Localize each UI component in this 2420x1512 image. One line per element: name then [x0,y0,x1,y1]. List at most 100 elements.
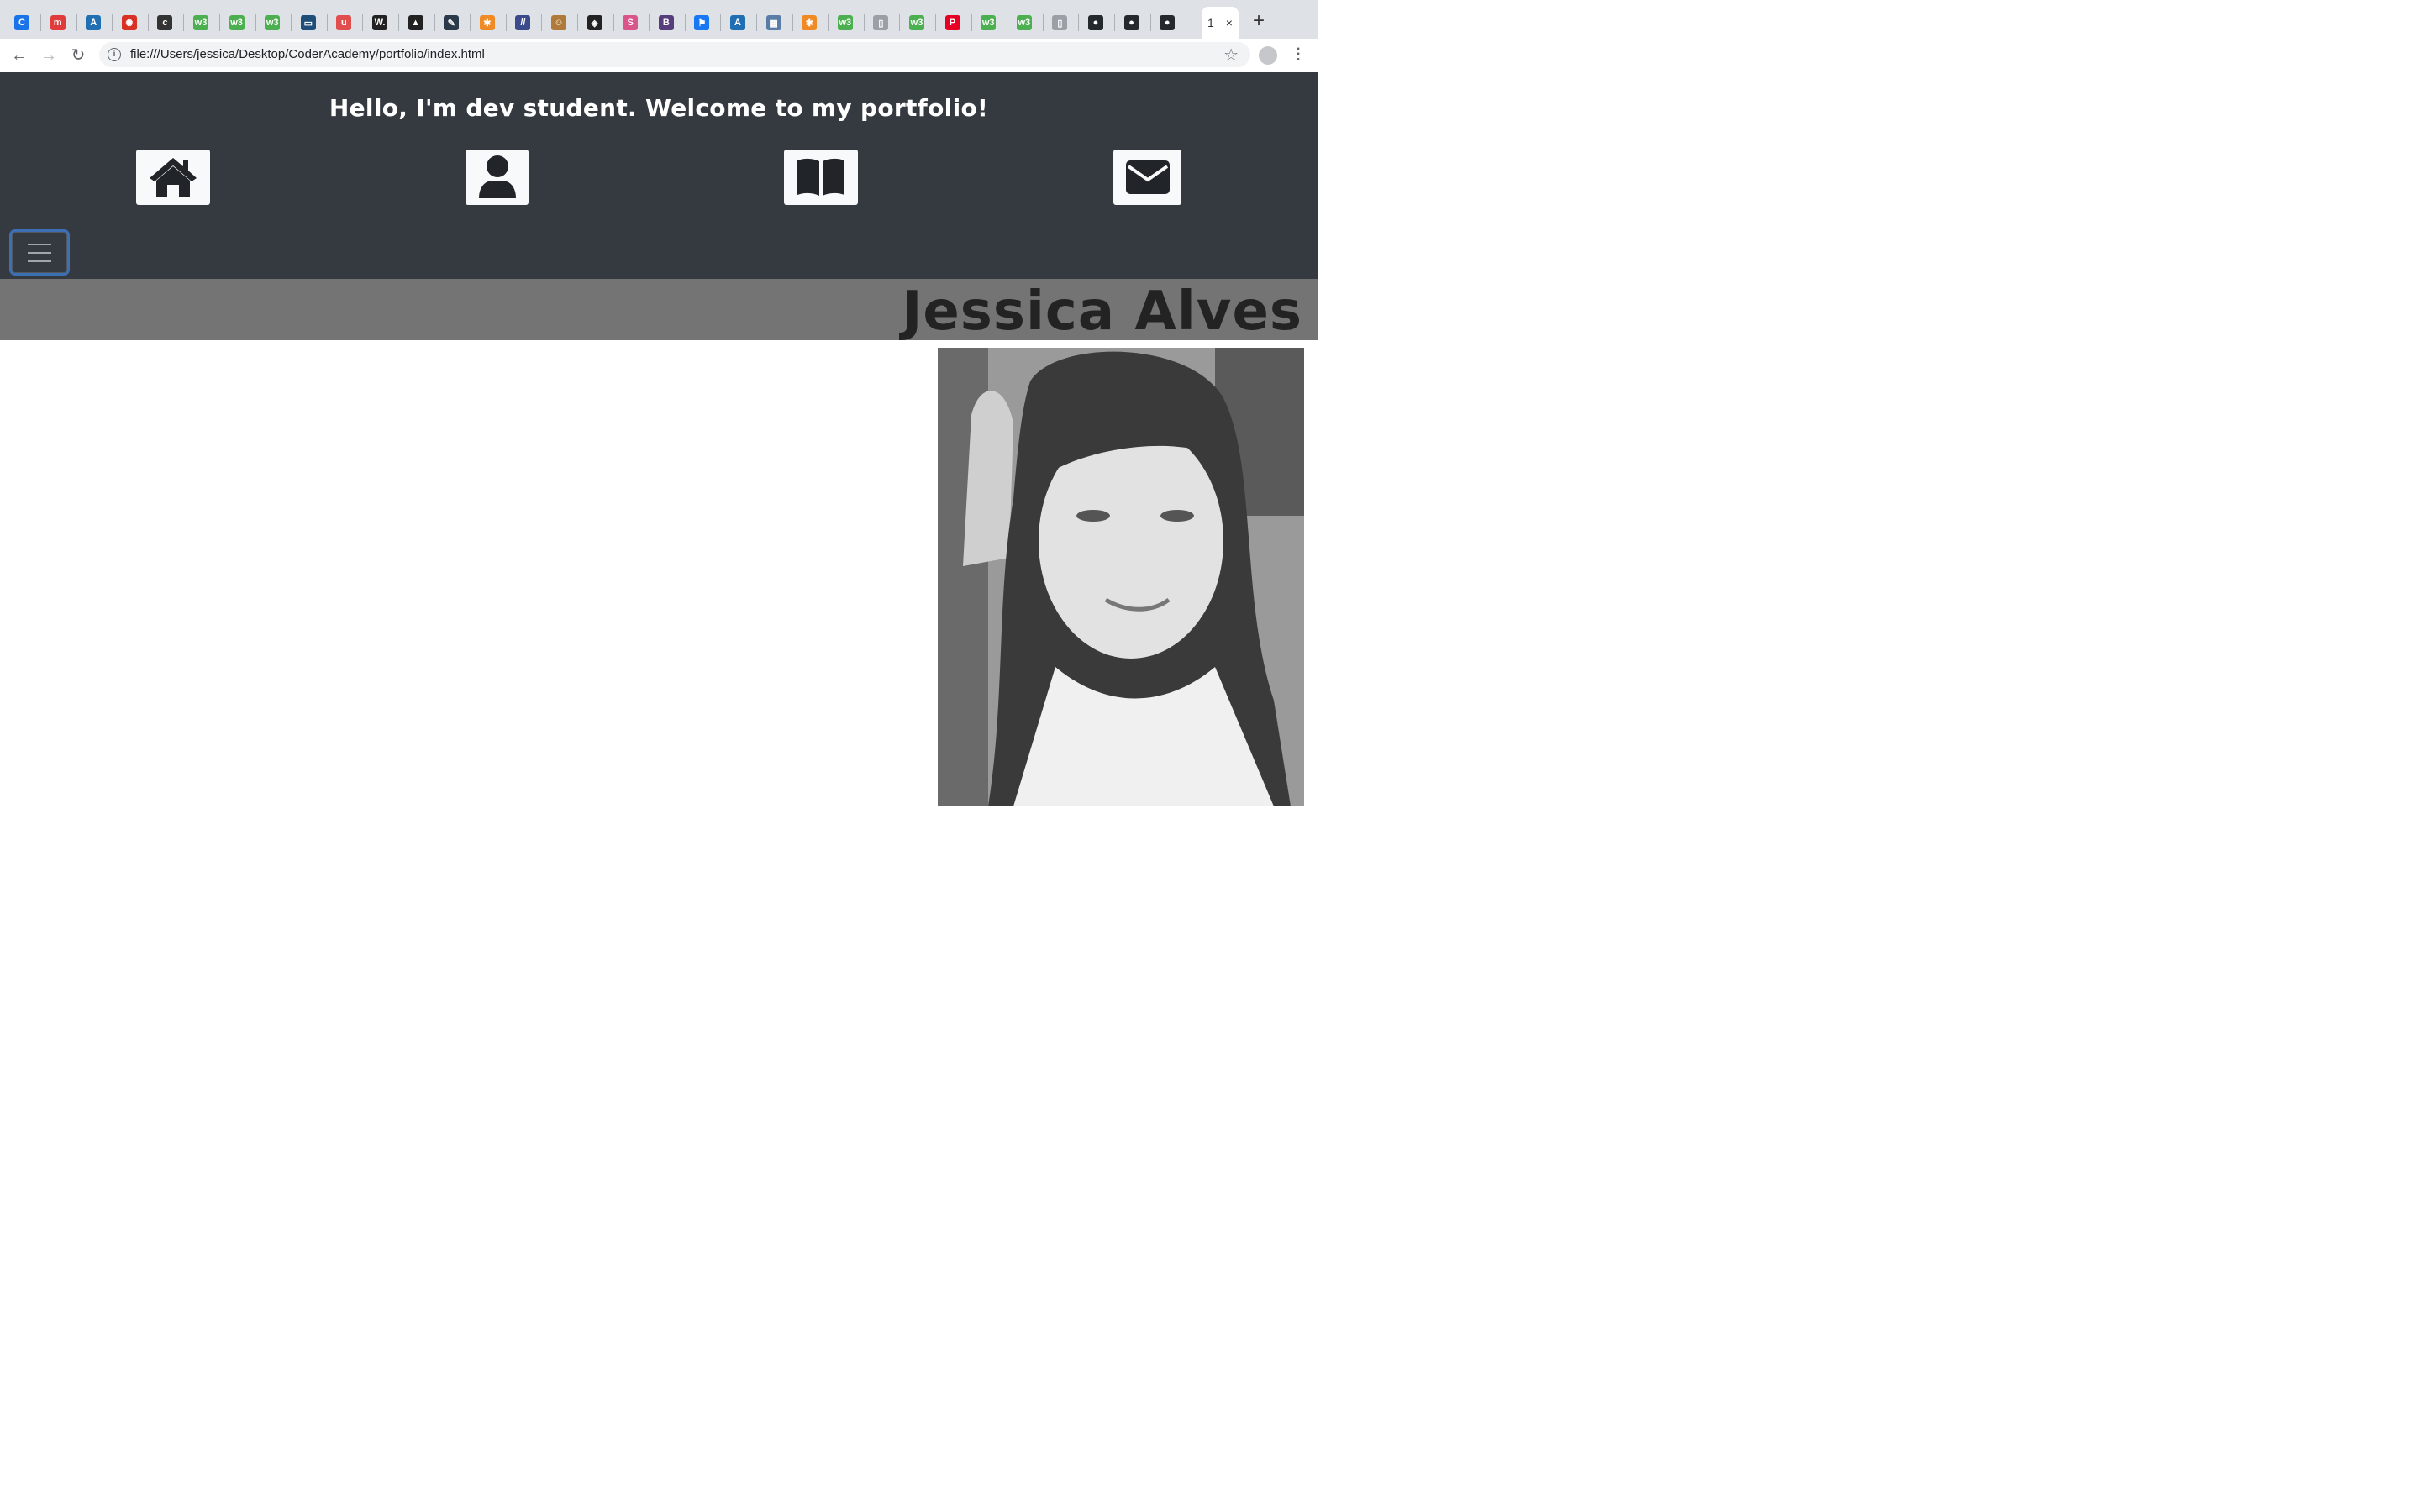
browser-tab[interactable]: ☺ [544,8,573,37]
github-icon: ● [1088,15,1103,30]
browser-tab[interactable]: ✎ [437,8,466,37]
tab-separator [326,14,328,31]
browser-tab[interactable]: ✱ [473,8,502,37]
browser-tab[interactable]: ● [1118,8,1146,37]
navbar-toggler-button[interactable] [12,232,67,273]
browser-tab[interactable]: w3 [258,8,287,37]
browser-tab[interactable]: w3 [187,8,215,37]
u-icon: u [336,15,352,30]
user-icon [478,155,516,198]
document-icon: ▯ [1052,15,1068,30]
tab-separator [720,14,722,31]
browser-tab[interactable]: w3 [1010,8,1039,37]
browser-tab[interactable]: ⚑ [687,8,716,37]
tab-separator [434,14,435,31]
browser-tab[interactable]: m [44,8,72,37]
browser-tab[interactable]: c [150,8,179,37]
browser-tab[interactable]: ▭ [294,8,323,37]
envelope-icon [1125,160,1170,194]
w3-icon: w3 [193,15,208,30]
browser-tab[interactable]: ✱ [795,8,823,37]
back-arrow-icon[interactable]: ← [9,45,29,66]
owner-name-heading: Jessica Alves [902,281,1302,343]
codepen-icon: ◈ [587,15,602,30]
browser-tab[interactable]: w3 [902,8,931,37]
portfolio-nav-link[interactable] [784,150,858,205]
a-icon: A [86,15,102,30]
close-tab-icon[interactable]: × [1226,16,1233,29]
reload-icon[interactable]: ↻ [68,45,88,66]
profile-avatar-icon[interactable] [1259,46,1277,65]
hamburger-line [28,243,51,245]
contact-nav-link[interactable] [1113,150,1181,205]
tab-separator [649,14,650,31]
tab-separator [613,14,614,31]
s-icon: S [623,15,639,30]
tab-separator [40,14,41,31]
bookmark-star-icon[interactable]: ☆ [1223,45,1239,66]
tab-separator [935,14,936,31]
forward-arrow-icon[interactable]: → [39,45,59,66]
browser-tab[interactable]: ▯ [866,8,895,37]
browser-tab[interactable]: u [329,8,358,37]
active-tab[interactable]: 1 × [1202,7,1239,39]
m-icon: m [50,15,66,30]
tab-separator [147,14,149,31]
home-nav-link[interactable] [136,150,210,205]
w3-icon: w3 [981,15,997,30]
browser-tab[interactable]: ▲ [402,8,430,37]
w3-icon: w3 [837,15,853,30]
laptop-icon: ▭ [300,15,316,30]
browser-tab[interactable]: P [939,8,967,37]
browser-tab[interactable]: ● [1153,8,1181,37]
tab-separator [505,14,507,31]
browser-tab[interactable]: S [616,8,644,37]
address-bar[interactable]: i file:///Users/jessica/Desktop/CoderAca… [99,42,1250,67]
tab-separator [971,14,972,31]
portrait-illustration [938,348,1304,806]
site-header: Hello, I'm dev student. Welcome to my po… [0,72,1318,279]
browser-tab[interactable]: ✺ [115,8,144,37]
w3-icon: w3 [909,15,924,30]
tab-separator [76,14,77,31]
c-bracket-icon: c [157,15,173,30]
a-icon: A [730,15,745,30]
browser-tab[interactable]: ● [1081,8,1110,37]
browser-tab[interactable]: A [79,8,108,37]
browser-tab[interactable]: A [723,8,752,37]
browser-tab[interactable]: ◈ [581,8,609,37]
browser-tab[interactable]: ▦ [760,8,788,37]
browser-tab[interactable]: C [8,8,36,37]
site-info-icon[interactable]: i [108,48,121,61]
tab-separator [1078,14,1080,31]
w3-icon: w3 [265,15,281,30]
asterisk-icon: ✱ [479,15,495,30]
browser-tab[interactable]: w3 [831,8,860,37]
hamburger-line [28,260,51,262]
tab-separator [792,14,793,31]
github-icon: ● [1160,15,1176,30]
github-icon: ● [1123,15,1139,30]
active-tab-label: 1 [1207,16,1214,29]
browser-menu-icon[interactable]: ⋮ [1291,45,1306,63]
url-text[interactable]: file:///Users/jessica/Desktop/CoderAcade… [130,47,485,61]
browser-tab[interactable]: W. [366,8,394,37]
tab-separator [577,14,578,31]
browser-tab[interactable]: w3 [223,8,251,37]
tab-separator [470,14,471,31]
tab-separator [112,14,113,31]
browser-tab[interactable]: // [508,8,537,37]
browser-tab[interactable]: w3 [974,8,1002,37]
about-nav-link[interactable] [466,150,529,205]
new-tab-button[interactable]: + [1249,11,1269,31]
tab-separator [828,14,829,31]
tab-separator [219,14,220,31]
browser-tab[interactable]: ▯ [1045,8,1074,37]
tab-separator [541,14,543,31]
w3-icon: w3 [229,15,245,30]
hamburger-line [28,251,51,254]
cap-icon: ▲ [408,15,424,30]
browser-toolbar: ← → ↻ i file:///Users/jessica/Desktop/Co… [0,39,1318,73]
browser-tab[interactable]: B [652,8,681,37]
tab-separator [863,14,865,31]
